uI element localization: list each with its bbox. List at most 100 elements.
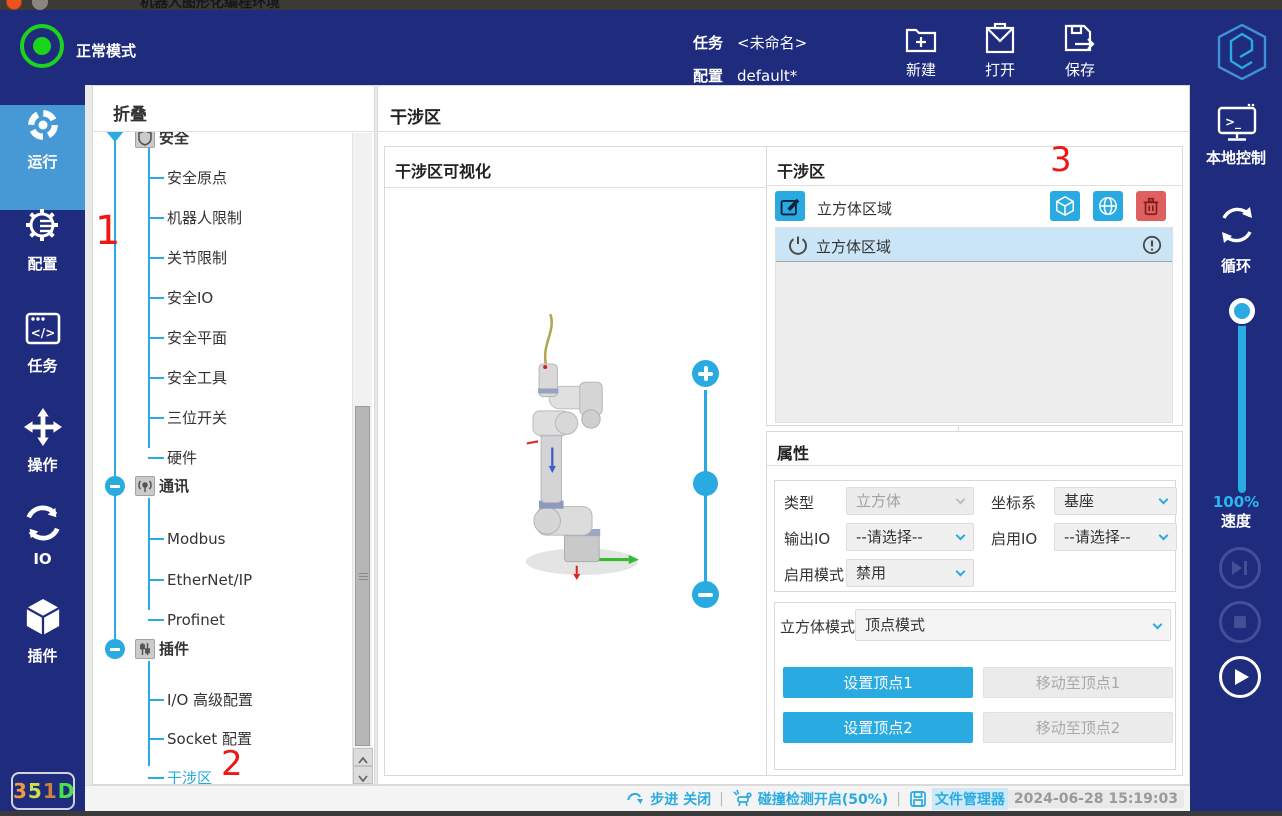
viz-panel-title: 干涉区可视化 — [395, 158, 491, 182]
set-vertex1-button[interactable]: 设置顶点1 — [783, 667, 973, 698]
config-row: 配置default* — [693, 65, 797, 86]
step-mode-status[interactable]: 步进 关闭 — [626, 789, 711, 809]
scroll-down-button[interactable] — [353, 766, 373, 784]
open-task-button[interactable]: 打开 — [969, 22, 1031, 80]
frame-label: 坐标系 — [991, 492, 1036, 513]
properties-panel: 属性 类型 立方体 坐标系 基座 输出IO --请选择-- 启用IO --请选择… — [766, 431, 1183, 776]
sidebar-item-operate[interactable]: 操作 — [0, 408, 85, 475]
zone-list-item[interactable]: 立方体区域 — [776, 228, 1172, 262]
power-icon[interactable] — [788, 235, 808, 255]
enable-io-dropdown[interactable]: --请选择-- — [1054, 523, 1177, 551]
sidebar-item-run[interactable]: 运行 — [0, 107, 85, 172]
output-io-label: 输出IO — [784, 528, 830, 549]
window-title: 机器人图形化编程环境 — [140, 0, 280, 10]
tree-header: 折叠 — [93, 86, 374, 132]
sidebar-item-io[interactable]: IO — [0, 504, 85, 568]
robot-3d-view[interactable] — [505, 312, 675, 582]
window-titlebar: 机器人图形化编程环境 — [0, 0, 1282, 10]
collision-icon — [732, 789, 753, 808]
output-io-dropdown[interactable]: --请选择-- — [846, 523, 974, 551]
cube-zone-button[interactable] — [1050, 191, 1080, 221]
speed-slider-handle[interactable] — [1229, 298, 1255, 324]
config-label: 配置 — [693, 67, 723, 85]
normal-mode-status-icon[interactable] — [20, 24, 64, 68]
tree-panel: 安全 安全原点 机器人限制 关节限制 安全IO 安全平面 安全工具 三位开关 硬… — [92, 85, 375, 785]
move-arrows-icon — [24, 408, 62, 446]
collapse-minus-icon[interactable] — [105, 639, 125, 659]
code-window-icon: </> — [24, 311, 62, 347]
sidebar-item-task[interactable]: </> 任务 — [0, 311, 85, 376]
enable-mode-dropdown[interactable]: 禁用 — [846, 559, 974, 587]
cube-mode-label: 立方体模式 — [780, 616, 855, 637]
tree-line — [148, 498, 150, 610]
delete-zone-button[interactable] — [1136, 191, 1166, 221]
speed-value: 100% — [1190, 493, 1282, 511]
gear-icon — [23, 205, 63, 245]
zoom-slider-handle[interactable] — [693, 471, 718, 496]
minimize-icon[interactable] — [32, 0, 48, 10]
edit-zone-button[interactable] — [775, 191, 805, 221]
tree-line — [148, 661, 150, 766]
new-task-button[interactable]: 新建 — [890, 22, 952, 80]
main-content: 干涉区 干涉区可视化 — [377, 85, 1190, 785]
stop-button[interactable] — [1219, 601, 1261, 643]
annotation-3: 3 — [1050, 140, 1072, 180]
props-form: 类型 立方体 坐标系 基座 输出IO --请选择-- 启用IO --请选择-- … — [774, 480, 1176, 592]
sidebar-item-plugin[interactable]: 插件 — [0, 597, 85, 666]
enable-mode-label: 启用模式 — [784, 564, 844, 585]
cube-mode-dropdown[interactable]: 顶点模式 — [855, 609, 1171, 641]
svg-text:>_: >_ — [1225, 115, 1241, 130]
left-sidebar: 运行 配置 </> 任务 操作 — [0, 85, 85, 811]
right-sidebar: >_ 本地控制 循环 100% 速度 — [1190, 85, 1282, 811]
play-button[interactable] — [1219, 656, 1261, 698]
zoom-out-button[interactable] — [692, 581, 719, 608]
zoom-in-button[interactable] — [692, 360, 719, 387]
speed-label: 速度 — [1190, 510, 1282, 531]
annotation-1: 1 — [95, 208, 120, 254]
tree-scrollbar[interactable] — [352, 133, 372, 785]
local-control-label: 本地控制 — [1190, 147, 1282, 168]
step-icon — [626, 789, 645, 808]
new-folder-icon — [904, 22, 938, 54]
save-task-button[interactable]: 保存 — [1049, 22, 1111, 80]
io-cycle-icon — [24, 504, 62, 542]
floppy-icon — [909, 790, 927, 808]
file-manager-button[interactable]: 文件管理器 — [909, 788, 1008, 810]
move-vertex2-button[interactable]: 移动至顶点2 — [983, 712, 1173, 743]
loop-label: 循环 — [1190, 255, 1282, 276]
local-control-icon[interactable]: >_ — [1216, 103, 1258, 147]
app-window: 机器人图形化编程环境 正常模式 任务<未命名> 配置default* 新建 打开 — [0, 0, 1282, 816]
open-icon — [983, 22, 1017, 54]
step-forward-button[interactable] — [1219, 547, 1261, 589]
status-badge: 351D — [11, 772, 75, 810]
frame-dropdown[interactable]: 基座 — [1054, 487, 1177, 515]
zone-panel-title: 干涉区 — [777, 158, 825, 182]
window-bottom-edge — [0, 811, 1282, 816]
loop-icon[interactable] — [1216, 203, 1258, 251]
type-dropdown[interactable]: 立方体 — [846, 487, 974, 515]
set-vertex2-button[interactable]: 设置顶点2 — [783, 712, 973, 743]
zone-panel: 干涉区 立方体区域 — [766, 146, 1183, 426]
task-label: 任务 — [693, 34, 723, 52]
task-row: 任务<未命名> — [693, 32, 807, 53]
globe-zone-button[interactable] — [1093, 191, 1123, 221]
cube-mode-box: 立方体模式 顶点模式 设置顶点1 移动至顶点1 设置顶点2 移动至顶点2 — [774, 602, 1176, 770]
collision-detect-status[interactable]: 碰撞检测开启(50%) — [732, 789, 888, 809]
app-logo-icon — [1216, 21, 1268, 87]
sliders-icon — [135, 639, 155, 659]
speed-slider-track[interactable] — [1238, 323, 1246, 493]
move-vertex1-button[interactable]: 移动至顶点1 — [983, 667, 1173, 698]
run-icon — [25, 107, 61, 143]
type-label: 类型 — [784, 492, 814, 513]
close-icon[interactable] — [6, 0, 22, 10]
sidebar-item-config[interactable]: 配置 — [0, 205, 85, 274]
page-title: 干涉区 — [390, 103, 441, 128]
enable-io-label: 启用IO — [991, 528, 1037, 549]
collapse-all-button[interactable]: 折叠 — [113, 100, 147, 125]
collapse-minus-icon[interactable] — [105, 476, 125, 496]
zone-name-label: 立方体区域 — [817, 198, 892, 219]
cube-icon — [24, 597, 62, 637]
warning-exclamation-icon — [1142, 235, 1162, 255]
scrollbar-thumb[interactable] — [355, 406, 370, 746]
scroll-up-button[interactable] — [353, 748, 373, 766]
